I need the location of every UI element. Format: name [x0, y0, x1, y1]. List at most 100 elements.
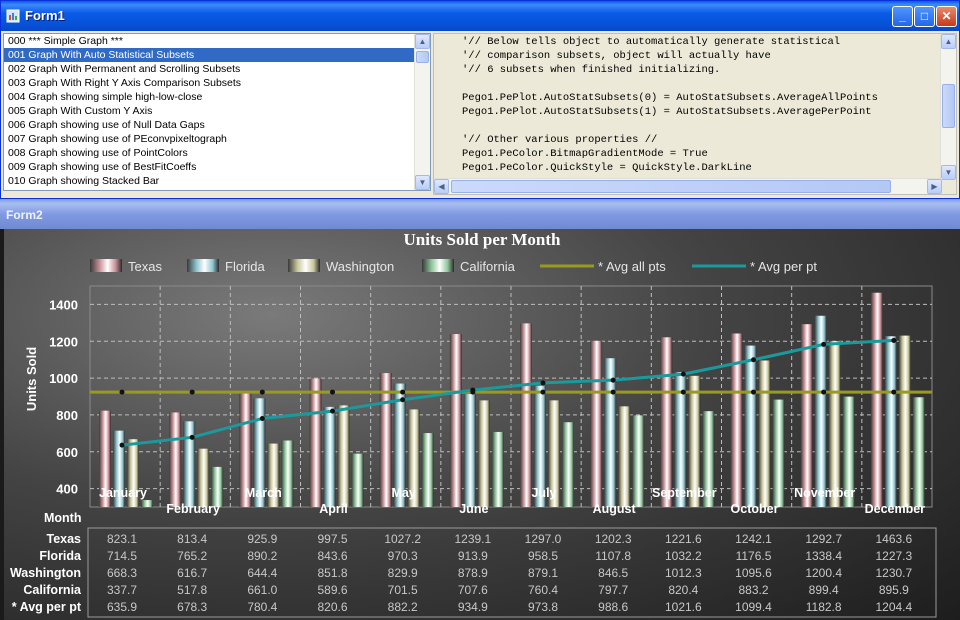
form1-titlebar[interactable]: Form1 _ □ ✕ [1, 1, 959, 31]
list-item[interactable]: 010 Graph showing Stacked Bar [4, 174, 430, 188]
bar-texas [449, 334, 462, 507]
avg-all-point [119, 389, 125, 395]
code-line: Pego1.PeColor.BitmapGradientMode = True [462, 148, 708, 160]
list-item[interactable]: 003 Graph With Right Y Axis Comparison S… [4, 76, 430, 90]
x-tick-label: November [794, 486, 855, 500]
table-cell: 661.0 [247, 583, 277, 597]
bar-california [421, 433, 434, 507]
bar-washington [197, 448, 210, 507]
table-cell: 846.5 [598, 566, 628, 580]
scroll-up-icon[interactable]: ▲ [941, 34, 956, 49]
list-item[interactable]: 001 Graph With Auto Statistical Subsets [4, 48, 430, 62]
minimize-button[interactable]: _ [892, 6, 913, 27]
table-cell: 635.9 [107, 600, 137, 614]
list-scroll-thumb[interactable] [416, 51, 429, 63]
scroll-down-icon[interactable]: ▼ [941, 165, 956, 180]
table-cell: 820.6 [317, 600, 347, 614]
list-item[interactable]: 009 Graph showing use of BestFitCoeffs [4, 160, 430, 174]
scroll-right-icon[interactable]: ▶ [927, 179, 942, 194]
maximize-button[interactable]: □ [914, 6, 935, 27]
table-cell: 797.7 [598, 583, 628, 597]
chart-title: Units Sold per Month [404, 230, 562, 249]
code-textbox[interactable]: '// Below tells object to automatically … [433, 33, 957, 195]
avg-all-point [400, 389, 406, 395]
scroll-left-icon[interactable]: ◀ [434, 179, 449, 194]
list-item[interactable]: 007 Graph showing use of PEconvpixeltogr… [4, 132, 430, 146]
legend-label: * Avg all pts [598, 259, 666, 274]
x-tick-label: February [166, 502, 220, 516]
bar-washington [898, 335, 911, 507]
y-tick-label: 600 [56, 445, 78, 460]
table-cell: 1242.1 [735, 532, 772, 546]
code-vertical-scrollbar[interactable]: ▲ ▼ [940, 34, 956, 180]
legend-label: Texas [128, 259, 162, 274]
avg-all-point [189, 389, 195, 395]
avg-per-point [891, 337, 897, 343]
avg-all-point [610, 389, 616, 395]
table-cell: 337.7 [107, 583, 137, 597]
form2-titlebar[interactable]: Form2 [0, 199, 960, 229]
table-cell: 760.4 [528, 583, 558, 597]
avg-all-point [751, 389, 756, 395]
x-tick-label: July [531, 486, 556, 500]
table-cell: 1095.6 [735, 566, 772, 580]
x-tick-label: March [245, 486, 282, 500]
scroll-down-icon[interactable]: ▼ [415, 175, 430, 190]
list-item[interactable]: 002 Graph With Permanent and Scrolling S… [4, 62, 430, 76]
x-tick-label: June [459, 502, 488, 516]
table-cell: 668.3 [107, 566, 137, 580]
bar-florida [463, 393, 476, 507]
list-item[interactable]: 000 *** Simple Graph *** [4, 34, 430, 48]
close-button[interactable]: ✕ [936, 6, 957, 27]
bar-florida [323, 406, 336, 507]
avg-all-point [821, 389, 827, 395]
bar-washington [758, 360, 771, 507]
bar-texas [309, 378, 322, 507]
table-cell: 913.9 [458, 549, 488, 563]
list-item[interactable]: 006 Graph showing use of Null Data Gaps [4, 118, 430, 132]
table-cell: 1027.2 [384, 532, 421, 546]
table-cell: 780.4 [247, 600, 277, 614]
table-row-label: * Avg per pt [12, 600, 82, 614]
list-item[interactable]: 004 Graph showing simple high-low-close [4, 90, 430, 104]
y-tick-label: 1000 [49, 371, 78, 386]
table-cell: 1176.5 [736, 549, 772, 563]
table-cell: 589.6 [317, 583, 347, 597]
table-row-label: Florida [39, 549, 82, 563]
code-line: '// Below tells object to automatically … [462, 36, 841, 48]
table-cell: 1227.3 [875, 549, 912, 563]
bar-texas [660, 337, 673, 507]
table-cell: 820.4 [668, 583, 698, 597]
table-cell: 843.6 [317, 549, 347, 563]
bar-texas [870, 292, 883, 507]
table-cell: 1107.8 [595, 549, 631, 563]
table-cell: 890.2 [247, 549, 277, 563]
table-row-label: Texas [46, 532, 81, 546]
list-item[interactable]: 005 Graph With Custom Y Axis [4, 104, 430, 118]
code-horizontal-scrollbar[interactable]: ◀ ▶ [434, 178, 942, 194]
table-cell: 1204.4 [875, 600, 912, 614]
y-tick-label: 1400 [49, 297, 78, 312]
list-item[interactable]: 008 Graph showing use of PointColors [4, 146, 430, 160]
code-vscroll-thumb[interactable] [942, 84, 955, 128]
example-list: 000 *** Simple Graph *** 001 Graph With A… [4, 34, 430, 188]
code-line: '// comparison subsets, object will actu… [462, 50, 771, 62]
avg-per-point [189, 434, 195, 440]
example-listbox[interactable]: 000 *** Simple Graph *** 001 Graph With A… [3, 33, 431, 191]
table-cell: 765.2 [177, 549, 207, 563]
bar-california [281, 440, 294, 507]
x-tick-label: January [99, 486, 147, 500]
code-line: '// 6 subsets when finished initializing… [462, 64, 721, 76]
scroll-up-icon[interactable]: ▲ [415, 34, 430, 49]
table-cell: 644.4 [247, 566, 277, 580]
table-cell: 1239.1 [454, 532, 491, 546]
x-axis-label: Month [44, 511, 81, 525]
avg-per-point [610, 377, 616, 383]
bar-florida [183, 421, 196, 507]
list-vertical-scrollbar[interactable]: ▲ ▼ [414, 34, 430, 190]
code-hscroll-thumb[interactable] [451, 180, 891, 193]
chart: 400 600 800 1000 1200 1400 Units Sold per Mont… [10, 230, 937, 618]
bar-washington [337, 405, 350, 507]
graph-control[interactable]: 400 600 800 1000 1200 1400 Units Sold per Mont… [4, 229, 960, 620]
table-cell: 958.5 [528, 549, 558, 563]
